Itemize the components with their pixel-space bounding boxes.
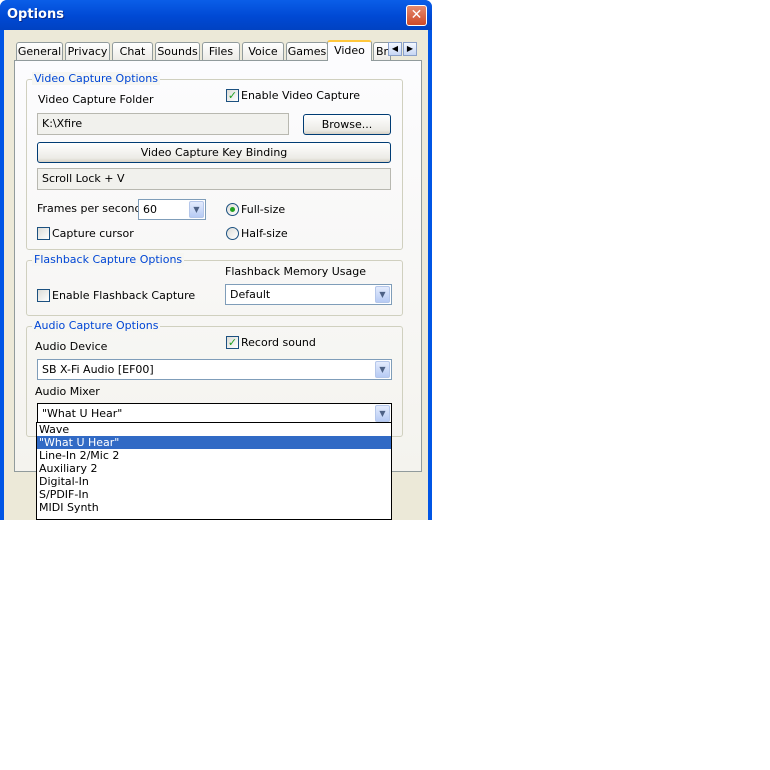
tab-general[interactable]: General [16, 42, 63, 60]
flashback-memory-select[interactable]: Default ▼ [225, 284, 392, 305]
dropdown-option[interactable]: MIDI Synth [37, 501, 391, 514]
audio-mixer-select[interactable]: "What U Hear" ▼ [37, 403, 392, 424]
tab-scroll-right-button[interactable]: ▶ [403, 42, 417, 56]
tab-scroll-left-button[interactable]: ◀ [388, 42, 402, 56]
dropdown-option-selected[interactable]: "What U Hear" [37, 436, 391, 449]
tab-label: Files [208, 45, 234, 58]
audio-device-label: Audio Device [35, 340, 108, 353]
tab-label: Br [376, 45, 389, 58]
tab-video[interactable]: Video [327, 40, 372, 61]
dropdown-option[interactable]: Digital-In [37, 475, 391, 488]
fps-value: 60 [143, 203, 157, 216]
dropdown-option[interactable]: Auxiliary 2 [37, 462, 391, 475]
tab-chat[interactable]: Chat [112, 42, 153, 60]
video-capture-folder-value: K:\Xfire [42, 117, 83, 130]
fps-select[interactable]: 60 ▼ [138, 199, 206, 220]
audio-device-select[interactable]: SB X-Fi Audio [EF00] ▼ [37, 359, 392, 380]
enable-flashback-checkbox[interactable] [37, 289, 50, 302]
chevron-down-icon[interactable]: ▼ [375, 361, 390, 378]
tab-label: Voice [248, 45, 278, 58]
audio-mixer-value: "What U Hear" [42, 407, 123, 420]
fps-label: Frames per second [37, 202, 142, 215]
radio-selected-dot [230, 207, 235, 212]
audio-mixer-label: Audio Mixer [35, 385, 100, 398]
video-capture-folder-label: Video Capture Folder [38, 93, 154, 106]
enable-flashback-label: Enable Flashback Capture [52, 289, 196, 302]
chevron-down-icon[interactable]: ▼ [375, 405, 390, 422]
chevron-left-icon: ◀ [391, 44, 399, 53]
full-size-label: Full-size [241, 203, 286, 216]
tab-voice[interactable]: Voice [242, 42, 284, 60]
tab-label: Games [287, 45, 327, 58]
flashback-memory-value: Default [230, 288, 271, 301]
chevron-down-icon[interactable]: ▼ [189, 201, 204, 218]
capture-cursor-checkbox[interactable] [37, 227, 50, 240]
record-sound-label: Record sound [241, 336, 316, 349]
tab-sounds[interactable]: Sounds [155, 42, 200, 60]
key-binding-button-label: Video Capture Key Binding [140, 146, 288, 159]
checkmark-icon: ✓ [227, 336, 238, 349]
title-bar[interactable]: Options ✕ [0, 0, 432, 30]
flashback-memory-label: Flashback Memory Usage [225, 265, 366, 278]
browse-button-label: Browse... [321, 118, 373, 131]
audio-group-label: Audio Capture Options [32, 319, 161, 332]
video-capture-key-binding-button[interactable]: Video Capture Key Binding [37, 142, 391, 163]
half-size-radio[interactable] [226, 227, 239, 240]
audio-device-value: SB X-Fi Audio [EF00] [42, 363, 154, 376]
full-size-radio[interactable] [226, 203, 239, 216]
enable-video-capture-label: Enable Video Capture [241, 89, 361, 102]
window-title: Options [7, 7, 64, 22]
enable-video-capture-checkbox[interactable]: ✓ [226, 89, 239, 102]
chevron-right-icon: ▶ [406, 44, 414, 53]
video-tab-pane: Video Capture Options Video Capture Fold… [14, 60, 422, 472]
dropdown-option[interactable]: S/PDIF-In [37, 488, 391, 501]
dropdown-option[interactable]: Wave [37, 423, 391, 436]
tab-label: Video [334, 44, 365, 57]
chevron-down-icon[interactable]: ▼ [375, 286, 390, 303]
tab-label: Privacy [67, 45, 108, 58]
tab-label: Sounds [157, 45, 198, 58]
close-button[interactable]: ✕ [406, 5, 427, 26]
record-sound-checkbox[interactable]: ✓ [226, 336, 239, 349]
key-binding-value: Scroll Lock + V [42, 172, 125, 185]
key-binding-field[interactable]: Scroll Lock + V [37, 168, 391, 190]
tab-label: General [17, 45, 62, 58]
capture-cursor-label: Capture cursor [52, 227, 134, 240]
tab-label: Chat [119, 45, 146, 58]
close-icon: ✕ [410, 7, 423, 23]
dropdown-option[interactable]: Line-In 2/Mic 2 [37, 449, 391, 462]
checkmark-icon: ✓ [227, 89, 238, 102]
tab-files[interactable]: Files [202, 42, 240, 60]
video-capture-group-label: Video Capture Options [32, 72, 160, 85]
half-size-label: Half-size [241, 227, 288, 240]
tab-privacy[interactable]: Privacy [65, 42, 110, 60]
video-capture-folder-field[interactable]: K:\Xfire [37, 113, 289, 135]
tab-games[interactable]: Games [286, 42, 328, 60]
audio-mixer-dropdown-list[interactable]: Wave "What U Hear" Line-In 2/Mic 2 Auxil… [36, 422, 392, 520]
flashback-group-label: Flashback Capture Options [32, 253, 185, 266]
browse-button[interactable]: Browse... [303, 114, 391, 135]
